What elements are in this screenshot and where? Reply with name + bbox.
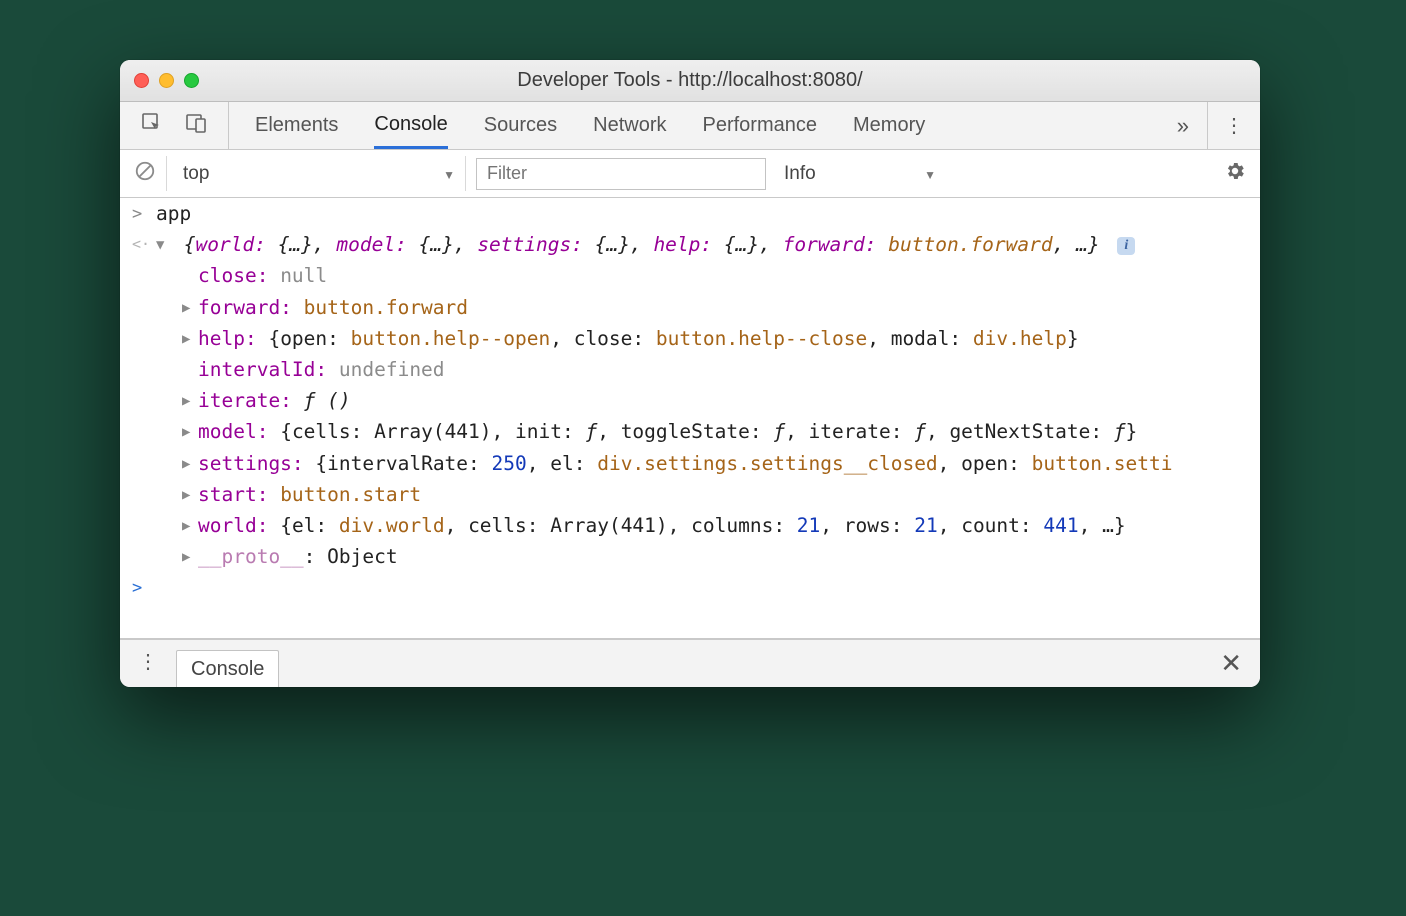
chevron-down-icon [924,163,936,185]
tabs-overflow-icon[interactable]: » [1159,102,1207,149]
tab-sources[interactable]: Sources [484,102,557,149]
console-input-line: > app [120,198,1260,229]
devtools-window: Developer Tools - http://localhost:8080/… [120,60,1260,687]
context-label: top [183,163,209,185]
expand-icon[interactable]: ▶ [182,390,198,412]
tab-memory[interactable]: Memory [853,102,925,149]
log-level-label: Info [784,163,816,185]
expand-icon[interactable]: ▶ [182,328,198,350]
settings-menu-icon[interactable] [1207,102,1260,149]
expand-icon[interactable]: ▶ [182,421,198,443]
object-properties: close: null ▶forward: button.forward ▶he… [120,260,1260,572]
expand-icon[interactable]: ▶ [182,515,198,537]
expand-toggle[interactable]: ▼ [156,234,172,256]
console-output: > app <· ▼ {world: {…}, model: {…}, sett… [120,198,1260,638]
inspect-icon[interactable] [140,111,164,141]
minimize-window-button[interactable] [159,73,174,88]
return-icon: <· [132,232,150,256]
expand-icon[interactable]: ▶ [182,546,198,568]
toolbar-left [120,102,229,149]
tab-network[interactable]: Network [593,102,666,149]
panel-tabbar: Elements Console Sources Network Perform… [120,102,1260,150]
divider [465,156,466,191]
context-selector[interactable]: top [177,163,455,185]
prop-model[interactable]: ▶model: {cells: Array(441), init: ƒ, tog… [182,416,1260,447]
prop-start[interactable]: ▶start: button.start [182,479,1260,510]
window-title: Developer Tools - http://localhost:8080/ [120,69,1260,92]
traffic-lights [134,73,199,88]
prop-close[interactable]: close: null [182,260,1260,291]
drawer-menu-icon[interactable] [120,655,176,673]
tab-console[interactable]: Console [374,102,447,149]
maximize-window-button[interactable] [184,73,199,88]
filter-input[interactable] [476,158,766,190]
divider [166,156,167,191]
prompt-icon: > [132,201,142,228]
expand-icon[interactable]: ▶ [182,484,198,506]
info-icon[interactable]: i [1117,237,1135,255]
prop-forward[interactable]: ▶forward: button.forward [182,292,1260,323]
expand-icon[interactable]: ▶ [182,297,198,319]
panel-tabs: Elements Console Sources Network Perform… [229,102,1159,149]
console-return-line[interactable]: <· ▼ {world: {…}, model: {…}, settings: … [120,229,1260,260]
prompt-icon: > [132,575,142,602]
close-window-button[interactable] [134,73,149,88]
console-toolbar: top Info [120,150,1260,198]
expand-icon[interactable]: ▶ [182,453,198,475]
console-prompt[interactable]: > [120,572,1260,596]
prop-help[interactable]: ▶help: {open: button.help--open, close: … [182,323,1260,354]
log-level-selector[interactable]: Info [776,163,936,185]
console-input-text[interactable]: app [156,202,191,225]
prop-proto[interactable]: ▶__proto__: Object [182,541,1260,572]
device-toggle-icon[interactable] [184,111,208,141]
tab-performance[interactable]: Performance [703,102,818,149]
close-icon[interactable]: ✕ [1202,648,1260,679]
titlebar: Developer Tools - http://localhost:8080/ [120,60,1260,102]
prop-settings[interactable]: ▶settings: {intervalRate: 250, el: div.s… [182,448,1260,479]
drawer-tab-console[interactable]: Console [176,650,279,688]
chevron-down-icon [443,163,455,185]
object-summary: {world: {…}, model: {…}, settings: {…}, … [184,233,1112,256]
prop-iterate[interactable]: ▶iterate: ƒ () [182,385,1260,416]
tab-elements[interactable]: Elements [255,102,338,149]
clear-console-icon[interactable] [134,160,156,188]
drawer: Console ✕ [120,639,1260,687]
prop-world[interactable]: ▶world: {el: div.world, cells: Array(441… [182,510,1260,541]
gear-icon[interactable] [1224,160,1246,188]
prop-intervalid[interactable]: intervalId: undefined [182,354,1260,385]
